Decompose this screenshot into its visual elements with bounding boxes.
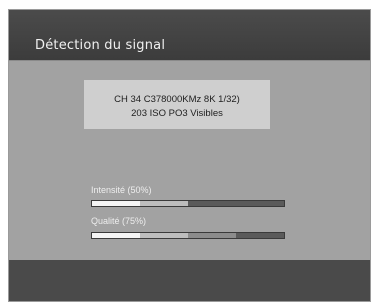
quality-label: Qualité (75%) [91, 216, 147, 226]
intensity-label: Intensité (50%) [91, 185, 152, 195]
bottom-bar [9, 260, 370, 301]
meter-fill-segment [92, 201, 140, 206]
quality-meter [91, 232, 285, 239]
channel-info-line: CH 34 C378000KMz 8K 1/32) [114, 94, 240, 105]
meter-fill-segment [188, 233, 236, 238]
window-title: Détection du signal [35, 38, 166, 53]
meter-fill-segment [140, 233, 188, 238]
service-info-line: 203 ISO PO3 Visibles [131, 108, 223, 119]
intensity-meter [91, 200, 285, 207]
channel-info-box: CH 34 C378000KMz 8K 1/32) 203 ISO PO3 Vi… [84, 80, 270, 129]
title-bar: Détection du signal [9, 10, 370, 60]
meter-fill-segment [140, 201, 188, 206]
meter-fill-segment [92, 233, 140, 238]
signal-detection-screen: Détection du signal CH 34 C378000KMz 8K … [9, 10, 370, 301]
title-divider [9, 60, 370, 61]
